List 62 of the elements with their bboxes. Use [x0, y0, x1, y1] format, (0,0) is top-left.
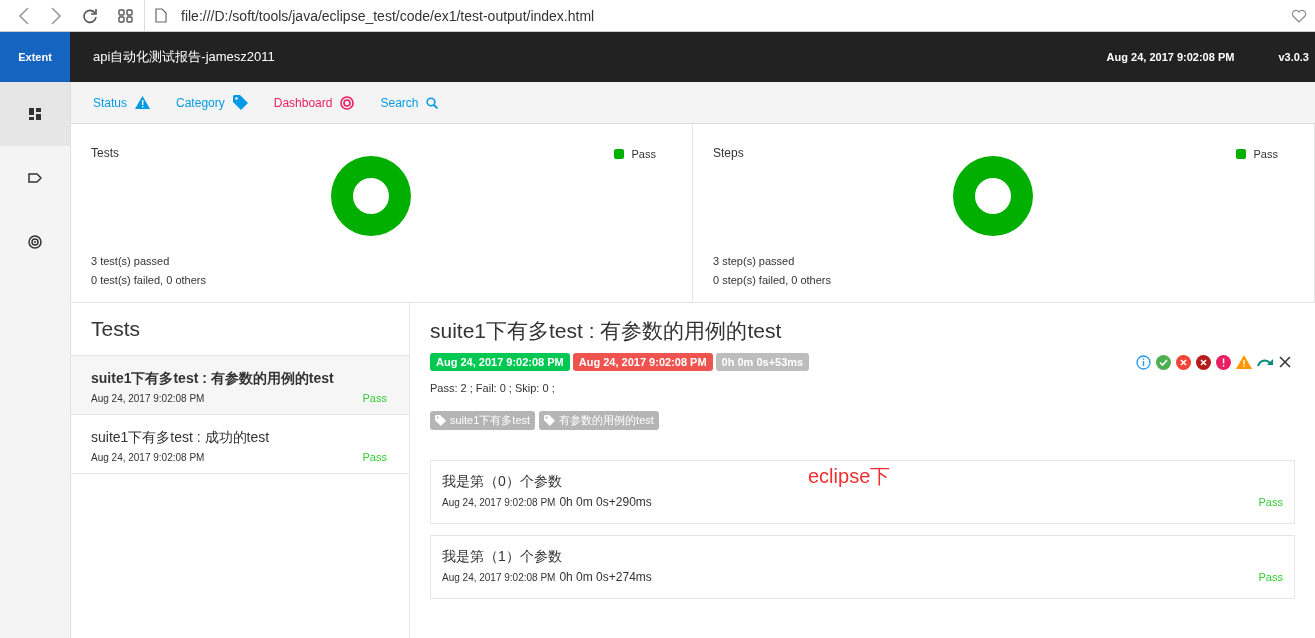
legend-label: Pass [631, 148, 656, 160]
node-name: 我是第（1）个参数 [442, 548, 562, 566]
test-title: suite1下有多test : 有参数的用例的test [430, 318, 783, 344]
status-label: Pass [362, 451, 387, 463]
warning-icon[interactable] [1236, 355, 1252, 369]
reload-icon[interactable] [82, 7, 98, 24]
test-name: suite1下有多test : 有参数的用例的test [91, 370, 335, 388]
report-date: Aug 24, 2017 9:02:08 PM [1106, 51, 1235, 63]
test-node[interactable]: 我是第（1）个参数 Aug 24, 2017 9:02:08 PM 0h 0m 0s+274ms Pass [430, 535, 1295, 599]
logo[interactable]: Extent [0, 32, 70, 82]
node-name: 我是第（0）个参数 [442, 473, 562, 491]
status-label: Pass [1258, 496, 1283, 508]
tag-icon [232, 95, 248, 110]
check-icon[interactable] [1156, 354, 1171, 370]
end-time-label: Aug 24, 2017 9:02:08 PM [572, 353, 713, 371]
test-time: Aug 24, 2017 9:02:08 PM [91, 452, 205, 463]
page-icon [155, 8, 167, 23]
test-name: suite1下有多test : 成功的test [91, 429, 271, 447]
result-counts: Pass: 2 ; Fail: 0 ; Skip: 0 ; [430, 382, 556, 394]
card-title: Steps [713, 146, 745, 160]
summary-text: 3 step(s) passed [713, 254, 796, 269]
back-icon[interactable] [18, 6, 30, 25]
target-icon [340, 95, 355, 110]
summary-text: 0 step(s) failed, 0 others [713, 273, 833, 288]
target-icon [28, 235, 42, 249]
nav-link[interactable]: Dashboard [273, 95, 355, 110]
redo-arrow-icon[interactable] [1257, 357, 1274, 367]
card-title: Tests [91, 146, 120, 160]
report-title: api自动化测试报告-jamesz2011 [93, 48, 276, 66]
exclamation-icon[interactable] [1216, 354, 1231, 370]
cross-circle-icon[interactable] [1196, 354, 1211, 370]
forward-icon[interactable] [50, 6, 62, 25]
warning-icon [135, 96, 151, 109]
node-time: Aug 24, 2017 9:02:08 PM [442, 572, 556, 583]
close-icon[interactable] [1279, 356, 1291, 368]
duration-label: 0h 0m 0s+53ms [715, 353, 810, 371]
status-label: Pass [362, 392, 387, 404]
tag-icon [435, 415, 446, 426]
summary-text: 0 test(s) failed, 0 others [91, 273, 207, 288]
test-time: Aug 24, 2017 9:02:08 PM [91, 393, 205, 404]
summary-text: 3 test(s) passed [91, 254, 171, 269]
heart-icon[interactable] [1291, 8, 1307, 23]
dashboard-icon [29, 108, 41, 120]
tag-icon [544, 415, 556, 426]
node-time: Aug 24, 2017 9:02:08 PM [442, 497, 556, 508]
node-duration: 0h 0m 0s+274ms [559, 570, 652, 584]
cross-circle-icon[interactable] [1176, 354, 1191, 370]
test-list-item[interactable]: suite1下有多test : 成功的test Aug 24, 2017 9:02:08 PM Pass [71, 415, 409, 474]
sidebar-item[interactable] [0, 82, 70, 146]
address-bar[interactable]: file:///D:/soft/tools/java/eclipse_test/code/ex1/test-output/index.html [144, 0, 1291, 31]
nav-link[interactable]: Category [176, 95, 248, 110]
legend-label: Pass [1253, 148, 1278, 160]
grid-icon[interactable] [118, 8, 134, 23]
search-icon [426, 96, 439, 109]
tag-icon [28, 173, 42, 183]
version-label: v3.0.3 [1278, 51, 1309, 63]
node-duration: 0h 0m 0s+290ms [559, 495, 652, 509]
start-time-label: Aug 24, 2017 9:02:08 PM [430, 353, 570, 371]
info-icon[interactable] [1136, 354, 1151, 370]
annotation-text: eclipse下 [808, 464, 891, 489]
status-label: Pass [1258, 571, 1283, 583]
test-list-item[interactable]: suite1下有多test : 有参数的用例的test Aug 24, 2017 9:02:08 PM Pass [71, 356, 409, 415]
